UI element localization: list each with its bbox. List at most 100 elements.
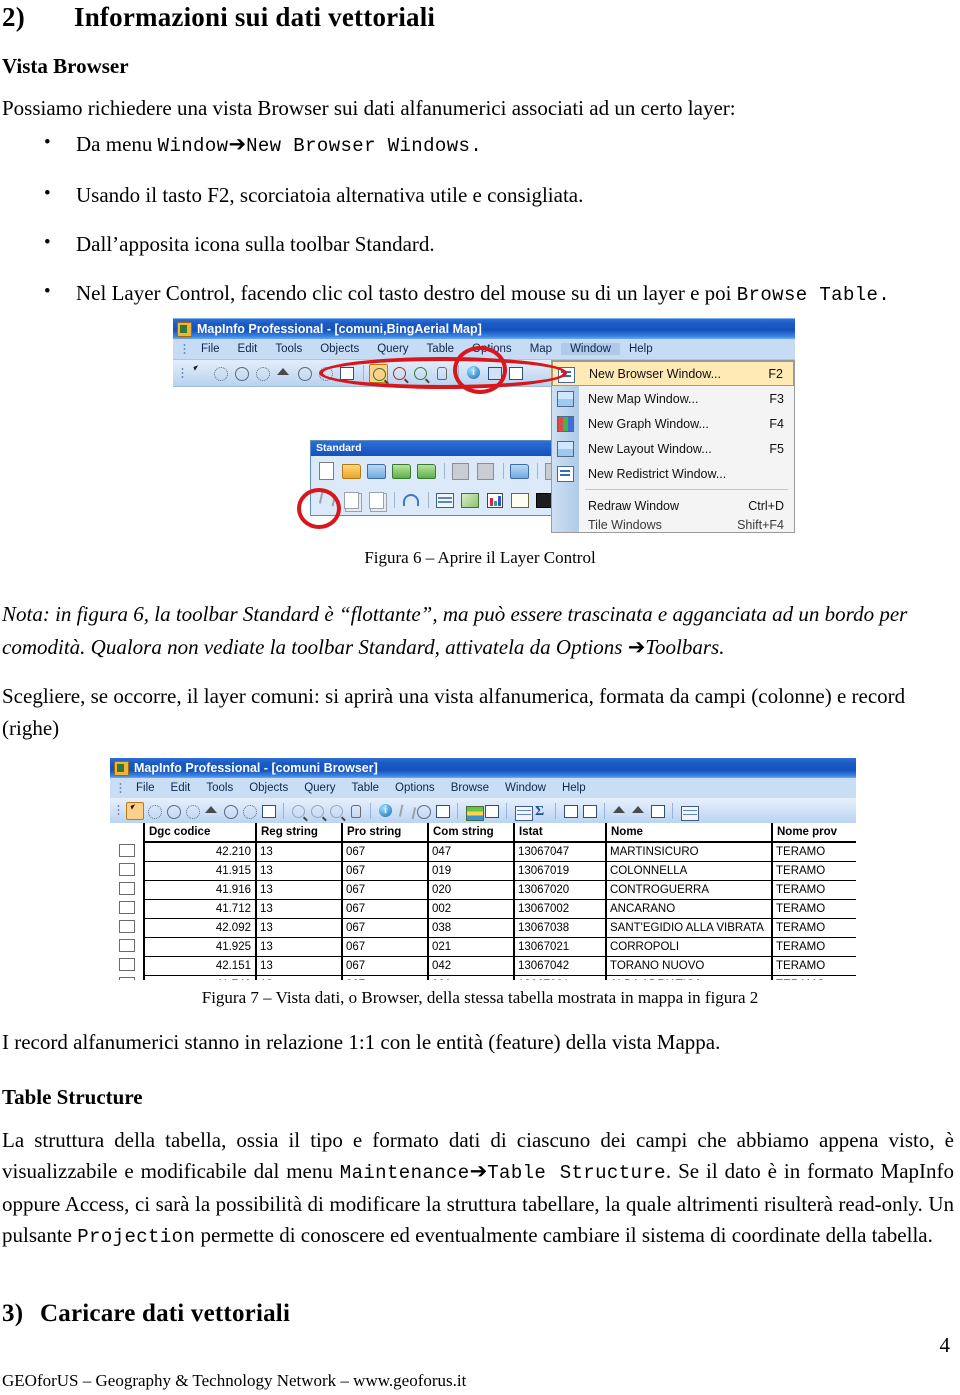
unselect-all-icon[interactable] (295, 364, 314, 383)
table-row[interactable]: 42.210 13 067 047 13067047 MARTINSICURO TERAMO (110, 842, 856, 862)
marquee-select-icon[interactable] (145, 802, 163, 820)
ruler-icon[interactable] (482, 802, 500, 820)
grabber-hand-icon[interactable] (346, 802, 364, 820)
table-row[interactable]: 41.916 13 067 020 13067020 CONTROGUERRA TERAMO (110, 880, 856, 900)
menu-browse[interactable]: Browse (443, 782, 497, 794)
table-row[interactable]: 41.915 13 067 019 13067019 COLONNELLA TERAMO (110, 861, 856, 881)
change-view-icon[interactable] (327, 802, 345, 820)
menu-item-new-layout-window[interactable]: New Layout Window... F5 (552, 436, 794, 461)
row-checkbox[interactable] (110, 975, 144, 980)
checkbox-icon[interactable] (118, 976, 135, 980)
menubar-grip-handle[interactable] (119, 781, 122, 795)
open-table-icon[interactable] (340, 460, 362, 481)
open-dbms-icon[interactable] (390, 460, 412, 481)
menu-edit[interactable]: Edit (229, 343, 267, 355)
invert-selection-icon[interactable] (240, 802, 258, 820)
menu-window[interactable]: Window (497, 782, 554, 794)
boundary-select-icon[interactable] (183, 802, 201, 820)
column-header-reg-string[interactable]: Reg string (255, 823, 342, 843)
statistics-sigma-icon[interactable]: Σ (531, 802, 549, 820)
copy-icon[interactable] (340, 489, 362, 510)
label-tool-icon[interactable] (414, 802, 432, 820)
row-checkbox[interactable] (110, 918, 144, 938)
column-header-dgc-codice[interactable]: Dgc codice (143, 823, 256, 843)
table-row[interactable]: 41.925 13 067 021 13067021 CORROPOLI TERAMO (110, 937, 856, 957)
boundary-select-icon[interactable] (253, 364, 272, 383)
new-graph-window-icon[interactable] (483, 489, 505, 510)
save-table-icon[interactable] (449, 460, 471, 481)
menu-tools[interactable]: Tools (198, 782, 241, 794)
menu-window[interactable]: Window (561, 343, 620, 355)
row-checkbox[interactable] (110, 861, 144, 881)
marquee-select-icon[interactable] (211, 364, 230, 383)
menu-objects[interactable]: Objects (311, 343, 368, 355)
radius-select-icon[interactable] (164, 802, 182, 820)
select-arrow-icon[interactable] (126, 801, 144, 820)
menu-item-redraw-window[interactable]: Redraw Window Ctrl+D (552, 493, 794, 518)
paste-icon[interactable] (365, 489, 387, 510)
menu-tools[interactable]: Tools (266, 343, 311, 355)
menu-table[interactable]: Table (344, 782, 388, 794)
new-layout-window-icon[interactable] (508, 489, 530, 510)
polygon-select-icon[interactable] (274, 364, 293, 383)
column-header-nome-prov[interactable]: Nome prov (771, 823, 856, 843)
print-icon[interactable] (508, 460, 530, 481)
menu-item-new-graph-window[interactable]: New Graph Window... F4 (552, 411, 794, 436)
toolbar-grip-handle[interactable] (117, 804, 120, 817)
set-target-district-icon[interactable] (561, 802, 579, 820)
column-header-pro-string[interactable]: Pro string (341, 823, 428, 843)
clip-region-on-icon[interactable] (610, 802, 628, 820)
table-row[interactable]: 41.712 13 067 002 13067002 ANCARANO TERAMO (110, 899, 856, 919)
checkbox-icon[interactable] (118, 863, 135, 876)
assign-district-icon[interactable] (580, 802, 598, 820)
checkbox-icon[interactable] (118, 958, 135, 971)
menu-file[interactable]: File (192, 343, 229, 355)
menu-edit[interactable]: Edit (163, 782, 199, 794)
checkbox-icon[interactable] (118, 901, 135, 914)
menu-options[interactable]: Options (387, 782, 443, 794)
menu-query[interactable]: Query (368, 343, 417, 355)
menu-help[interactable]: Help (554, 782, 594, 794)
open-workspace-icon[interactable] (365, 460, 387, 481)
frame-icon[interactable] (648, 802, 666, 820)
select-arrow-icon[interactable] (190, 364, 209, 383)
menu-item-tile-windows[interactable]: Tile Windows Shift+F4 (552, 518, 794, 532)
legend-icon[interactable] (512, 802, 533, 821)
zoom-in-icon[interactable] (289, 802, 307, 820)
table-row[interactable]: 41.7481306700113067001ALBA ADRIATICATERA… (110, 975, 856, 980)
undo-icon[interactable] (399, 489, 421, 510)
new-table-icon[interactable] (315, 460, 337, 481)
new-browser-icon[interactable] (678, 802, 699, 821)
menu-help[interactable]: Help (620, 343, 662, 355)
menu-objects[interactable]: Objects (241, 782, 296, 794)
save-workspace-icon[interactable] (474, 460, 496, 481)
checkbox-icon[interactable] (118, 882, 135, 895)
menu-map[interactable]: Map (521, 343, 561, 355)
checkbox-icon[interactable] (118, 843, 135, 857)
checkbox-icon[interactable] (118, 939, 135, 952)
column-header-istat[interactable]: Istat (513, 823, 606, 843)
new-browser-window-icon[interactable] (433, 489, 455, 510)
hotlink-icon[interactable] (395, 802, 417, 820)
menu-item-new-browser-window[interactable]: New Browser Window... F2 (552, 361, 794, 386)
checkbox-icon[interactable] (118, 920, 135, 933)
graph-select-icon[interactable] (259, 802, 277, 820)
unselect-all-icon[interactable] (221, 802, 239, 820)
column-header-com-string[interactable]: Com string (427, 823, 514, 843)
table-row[interactable]: 42.092 13 067 038 13067038 SANT'EGIDIO ALLA V… (110, 918, 856, 938)
table-row[interactable]: 42.151 13 067 042 13067042 TORANO NUOVO TERAMO (110, 956, 856, 976)
toolbar-grip-handle[interactable] (181, 366, 184, 380)
menu-table[interactable]: Table (418, 343, 464, 355)
drag-map-window-icon[interactable] (433, 802, 451, 820)
menu-item-new-redistrict-window[interactable]: New Redistrict Window... (552, 461, 794, 486)
row-checkbox[interactable] (110, 899, 144, 919)
menu-item-new-map-window[interactable]: New Map Window... F3 (552, 386, 794, 411)
row-checkbox[interactable] (110, 956, 144, 976)
info-tool-icon[interactable]: i (376, 802, 394, 820)
new-map-window-icon[interactable] (458, 489, 480, 510)
row-checkbox[interactable] (110, 842, 144, 862)
radius-select-icon[interactable] (232, 364, 251, 383)
row-checkbox[interactable] (110, 937, 144, 957)
set-clip-region-icon[interactable] (629, 802, 647, 820)
menu-query[interactable]: Query (296, 782, 343, 794)
